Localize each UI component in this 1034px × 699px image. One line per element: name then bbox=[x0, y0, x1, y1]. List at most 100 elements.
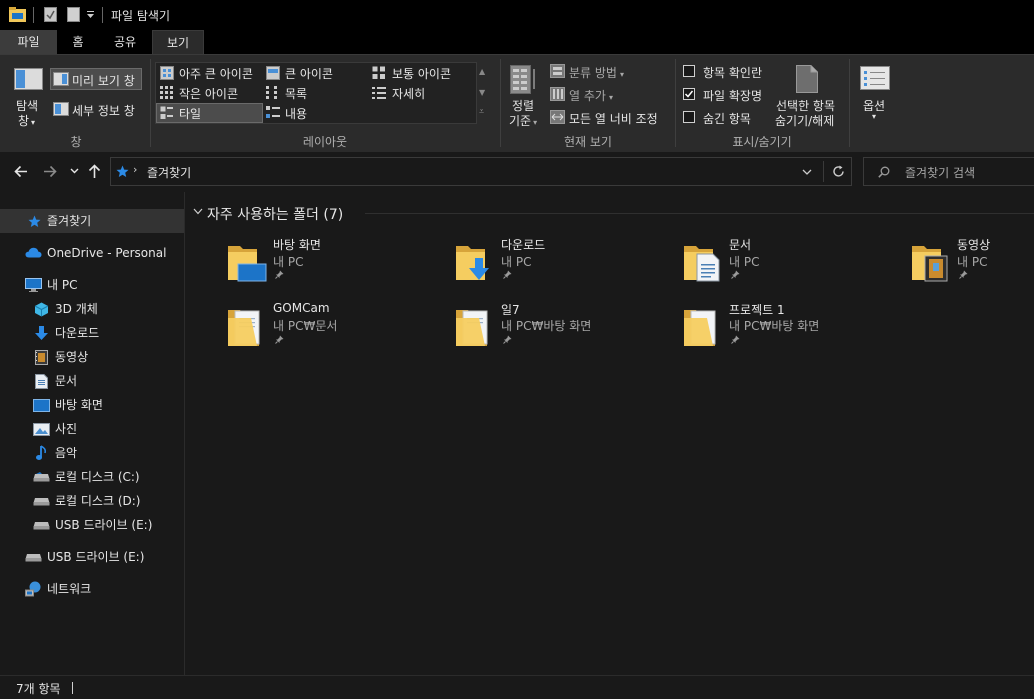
back-icon[interactable] bbox=[14, 165, 28, 178]
folder-name: 프로젝트 1 bbox=[729, 303, 785, 317]
hide-selected-items-icon bbox=[796, 65, 818, 93]
title-bar: 파일 탐색기 bbox=[0, 0, 1034, 30]
layout-extra-large-icons[interactable]: 아주 큰 아이콘 bbox=[179, 65, 253, 82]
folder-path: 내 PC bbox=[273, 255, 304, 269]
hidden-items-checkbox[interactable] bbox=[683, 111, 695, 123]
medium-icons-icon bbox=[372, 66, 385, 79]
properties-icon[interactable] bbox=[44, 7, 57, 22]
folder-icon bbox=[684, 310, 716, 346]
network-icon bbox=[25, 581, 41, 597]
hidden-items-label[interactable]: 숨긴 항목 bbox=[703, 110, 751, 127]
chevron-down-icon[interactable]: ▾ bbox=[872, 112, 876, 121]
qat-dropdown-icon[interactable] bbox=[86, 10, 95, 20]
pictures-icon bbox=[33, 423, 50, 436]
collapse-chevron-icon[interactable] bbox=[193, 208, 203, 215]
pin-icon bbox=[731, 270, 740, 279]
layout-list[interactable]: 목록 bbox=[285, 85, 307, 102]
videos-icon bbox=[35, 350, 48, 365]
preview-pane-icon bbox=[53, 72, 69, 86]
size-all-columns-button[interactable]: 모든 열 너비 조정 bbox=[569, 110, 658, 127]
add-columns-label: 열 추가 bbox=[569, 89, 606, 103]
folder-name: 문서 bbox=[729, 238, 752, 252]
layout-large-icons[interactable]: 큰 아이콘 bbox=[285, 65, 333, 82]
content-icon bbox=[266, 106, 280, 118]
chevron-down-icon: ▾ bbox=[31, 118, 36, 127]
layout-medium-icons[interactable]: 보통 아이콘 bbox=[392, 65, 451, 82]
desktop-folder-icon bbox=[228, 246, 267, 282]
nav-local-disk-c[interactable]: 로컬 디스크 (C:) bbox=[55, 466, 140, 488]
navigation-pane-line2[interactable]: 창 ▾ bbox=[18, 112, 35, 129]
tiles-icon bbox=[160, 106, 173, 119]
search-box[interactable]: 즐겨찾기 검색 bbox=[863, 157, 1034, 186]
nav-this-pc[interactable]: 내 PC bbox=[47, 274, 77, 296]
chevron-down-icon: ▾ bbox=[608, 93, 613, 102]
preview-pane-label: 미리 보기 창 bbox=[72, 74, 135, 88]
pin-icon bbox=[275, 335, 284, 344]
nav-quick-access[interactable]: 즐겨찾기 bbox=[47, 210, 91, 232]
breadcrumb-location[interactable]: 즐겨찾기 bbox=[147, 164, 191, 181]
recent-locations-icon[interactable] bbox=[70, 168, 79, 174]
forward-icon[interactable] bbox=[43, 165, 57, 178]
folder-icon bbox=[456, 310, 488, 346]
section-header-rule bbox=[365, 213, 1034, 214]
nav-downloads[interactable]: 다운로드 bbox=[55, 322, 99, 344]
layout-small-icons[interactable]: 작은 아이콘 bbox=[179, 85, 238, 102]
navigation-pane-icon[interactable] bbox=[14, 68, 43, 90]
item-check-boxes-checkbox[interactable] bbox=[683, 65, 695, 77]
address-divider bbox=[823, 161, 824, 182]
hide-selected-line2[interactable]: 숨기기/해제 bbox=[775, 112, 834, 129]
nav-usb-drive-e-sub[interactable]: USB 드라이브 (E:) bbox=[55, 514, 152, 536]
usb-drive-icon bbox=[33, 522, 50, 530]
details-pane-label[interactable]: 세부 정보 창 bbox=[72, 102, 135, 119]
layout-details[interactable]: 자세히 bbox=[392, 85, 425, 102]
address-bar[interactable]: › 즐겨찾기 bbox=[110, 157, 852, 186]
file-explorer-icon bbox=[9, 7, 26, 22]
music-icon bbox=[36, 445, 46, 460]
pin-icon bbox=[275, 270, 284, 279]
address-dropdown-icon[interactable] bbox=[802, 169, 812, 175]
tab-view[interactable]: 보기 bbox=[152, 30, 204, 54]
section-header[interactable]: 자주 사용하는 폴더 (7) bbox=[207, 204, 343, 224]
navigation-pane-label: 창 bbox=[18, 114, 30, 128]
pane-group-label: 창 bbox=[70, 135, 82, 149]
details-pane-icon bbox=[53, 102, 69, 116]
navigation-pane bbox=[0, 192, 184, 675]
videos-folder-icon bbox=[912, 246, 948, 282]
ribbon: 탐색 창 ▾ 미리 보기 창 세부 정보 창 창 아주 큰 아이콘 큰 아이콘 보… bbox=[0, 54, 1034, 152]
group-by-button[interactable]: 분류 방법 ▾ bbox=[569, 64, 624, 81]
nav-local-disk-d[interactable]: 로컬 디스크 (D:) bbox=[55, 490, 140, 512]
checkmark-icon bbox=[684, 90, 694, 98]
window-title: 파일 탐색기 bbox=[111, 9, 171, 23]
folder-path: 내 PC bbox=[729, 255, 760, 269]
refresh-icon[interactable] bbox=[832, 165, 845, 178]
sort-by-label: 기준 bbox=[509, 114, 532, 128]
nav-onedrive[interactable]: OneDrive - Personal bbox=[47, 242, 166, 264]
nav-music[interactable]: 음악 bbox=[55, 442, 77, 464]
documents-folder-icon bbox=[684, 246, 720, 282]
nav-3d-objects[interactable]: 3D 개체 bbox=[55, 298, 98, 320]
tab-share[interactable]: 공유 bbox=[104, 30, 146, 54]
nav-usb-drive-e[interactable]: USB 드라이브 (E:) bbox=[47, 546, 144, 568]
up-icon[interactable] bbox=[88, 164, 101, 179]
title-separator-2 bbox=[102, 7, 103, 23]
current-view-group-label: 현재 보기 bbox=[564, 135, 612, 149]
nav-videos[interactable]: 동영상 bbox=[55, 346, 88, 368]
gallery-scroll-up[interactable]: ▲ bbox=[479, 67, 489, 77]
gallery-scroll-down[interactable]: ▼ bbox=[479, 88, 489, 98]
new-folder-icon[interactable] bbox=[67, 7, 80, 22]
nav-network[interactable]: 네트워크 bbox=[47, 578, 91, 600]
nav-pictures[interactable]: 사진 bbox=[55, 418, 77, 440]
gallery-expand[interactable]: ⩡ bbox=[479, 106, 489, 118]
tab-file[interactable]: 파일 bbox=[0, 30, 57, 54]
extra-large-icons-icon bbox=[160, 66, 174, 80]
add-columns-button[interactable]: 열 추가 ▾ bbox=[569, 87, 613, 104]
nav-documents[interactable]: 문서 bbox=[55, 370, 77, 392]
sort-by-line2[interactable]: 기준 ▾ bbox=[509, 112, 537, 129]
file-name-extensions-label[interactable]: 파일 확장명 bbox=[703, 87, 762, 104]
tab-home[interactable]: 홈 bbox=[59, 30, 97, 54]
file-name-extensions-checkbox[interactable] bbox=[683, 88, 695, 100]
item-check-boxes-label[interactable]: 항목 확인란 bbox=[703, 64, 762, 81]
layout-content[interactable]: 내용 bbox=[285, 105, 307, 122]
nav-desktop[interactable]: 바탕 화면 bbox=[55, 394, 103, 416]
pin-icon bbox=[959, 270, 968, 279]
